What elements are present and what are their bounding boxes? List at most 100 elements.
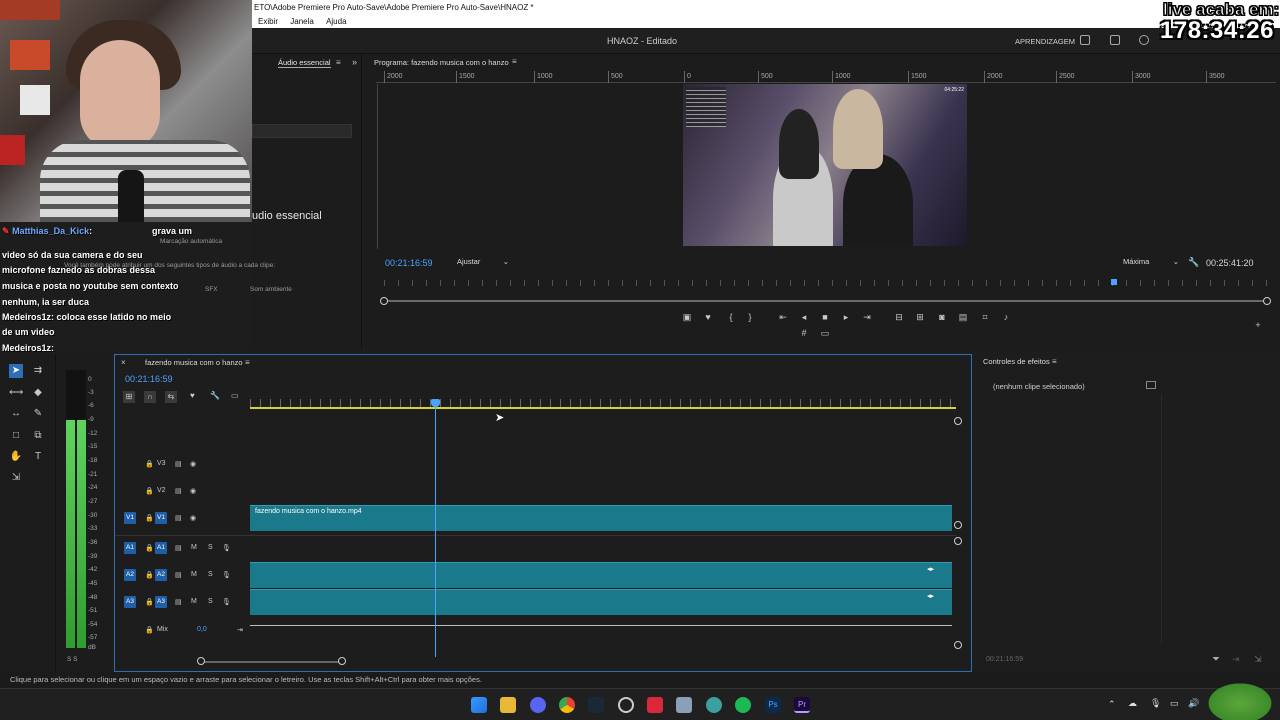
snap-icon[interactable]: ∩ <box>144 391 156 403</box>
solo-button[interactable]: S <box>208 571 213 578</box>
timeline-ruler[interactable] <box>250 399 956 409</box>
fit-dropdown[interactable]: Ajustar ⌄ <box>453 255 515 269</box>
safe-margins-icon[interactable]: ▭ <box>820 328 830 338</box>
step-back-icon[interactable]: ◂ <box>799 312 809 322</box>
scrub-in-handle[interactable] <box>380 297 388 305</box>
tray-display-icon[interactable]: ▭ <box>1170 698 1179 709</box>
razor-icon[interactable]: ◆ <box>31 386 45 400</box>
microphone-icon[interactable]: 🎙 <box>222 598 231 606</box>
volume-icon[interactable]: ♪ <box>1001 312 1011 322</box>
timeline-settings-icon[interactable]: 🔧 <box>210 391 220 400</box>
zoom-end-handle[interactable] <box>338 657 346 665</box>
share-icon[interactable] <box>1110 35 1120 45</box>
mute-button[interactable]: M <box>191 571 197 578</box>
audio-type-ambient[interactable]: Som ambiente <box>250 286 292 293</box>
menu-ajuda[interactable]: Ajuda <box>326 17 346 26</box>
lift-icon[interactable]: ▣ <box>682 312 692 322</box>
settings-icon[interactable]: ⇲ <box>1254 654 1262 665</box>
vscroll-top-handle[interactable] <box>954 417 962 425</box>
settings-app-icon[interactable] <box>676 697 692 713</box>
tray-chevron-icon[interactable]: ⌃ <box>1108 699 1116 710</box>
mix-value[interactable]: 0,0 <box>197 626 207 633</box>
quality-dropdown[interactable]: Máxima ⌄ <box>1123 255 1181 269</box>
add-button-icon[interactable]: + <box>1253 320 1263 330</box>
lock-icon[interactable]: 🔒 <box>145 514 154 522</box>
add-marker-icon[interactable]: ♥ <box>190 391 195 400</box>
track-label-a1[interactable]: A1 <box>155 542 167 554</box>
go-to-in-icon[interactable]: ⇤ <box>778 312 788 322</box>
panel-menu-icon[interactable]: ≡ <box>1052 357 1057 366</box>
steam-icon[interactable] <box>588 697 604 713</box>
obs-icon[interactable] <box>618 697 634 713</box>
microphone-icon[interactable]: 🎙 <box>222 571 231 579</box>
workspace-learning[interactable]: APRENDIZAGEM <box>1015 37 1075 46</box>
pen-icon[interactable]: ✎ <box>31 407 45 421</box>
solo-button[interactable]: S <box>208 598 213 605</box>
vscroll-audio-handle[interactable] <box>954 537 962 545</box>
marker-icon[interactable]: ♥ <box>703 312 713 322</box>
lock-icon[interactable]: 🔒 <box>145 626 154 634</box>
eye-icon[interactable]: ◉ <box>190 460 196 468</box>
stop-icon[interactable]: ■ <box>820 312 830 322</box>
cloud-icon[interactable]: ☁ <box>1128 698 1137 709</box>
eye-icon[interactable]: ◉ <box>190 514 196 522</box>
linked-selection-icon[interactable]: ⇆ <box>165 391 177 403</box>
panel-menu-icon[interactable]: ≡ <box>336 58 341 67</box>
lock-icon[interactable]: 🔒 <box>145 571 154 579</box>
filter-icon[interactable]: ⏷ <box>1212 654 1220 665</box>
audio-type-sfx[interactable]: SFX <box>205 286 218 293</box>
program-scrubber[interactable] <box>384 300 1268 302</box>
chrome-icon[interactable] <box>559 697 575 713</box>
photoshop-icon[interactable]: Ps <box>765 697 781 713</box>
workspace-menu-icon[interactable] <box>1080 35 1090 45</box>
sync-icon[interactable]: ▤ <box>175 514 182 522</box>
menu-janela[interactable]: Janela <box>290 17 314 26</box>
tab-effect-controls[interactable]: Controles de efeitos <box>983 357 1050 366</box>
track-label-a2[interactable]: A2 <box>155 569 167 581</box>
preset-dropdown[interactable] <box>252 124 352 138</box>
panel-expand-icon[interactable]: » <box>352 57 357 67</box>
track-label-a3[interactable]: A3 <box>155 596 167 608</box>
vr-icon[interactable]: ⌗ <box>980 312 990 322</box>
source-patch-a2[interactable]: A2 <box>124 569 136 581</box>
slip-icon[interactable]: ↔ <box>9 407 23 421</box>
go-to-out-icon[interactable]: ⇥ <box>862 312 872 322</box>
track-label-v2[interactable]: V2 <box>157 487 166 494</box>
mark-out-icon[interactable]: } <box>745 312 755 322</box>
menu-exibir[interactable]: Exibir <box>258 17 278 26</box>
playhead-marker[interactable] <box>1111 279 1117 285</box>
eye-icon[interactable]: ◉ <box>190 487 196 495</box>
scrub-out-handle[interactable] <box>1263 297 1271 305</box>
close-icon[interactable]: × <box>121 358 126 367</box>
timeline-timecode[interactable]: 00:21:16:59 <box>125 374 173 384</box>
opera-icon[interactable] <box>647 697 663 713</box>
sync-icon[interactable]: ▤ <box>175 544 182 552</box>
source-patch-v1[interactable]: V1 <box>124 512 136 524</box>
sync-icon[interactable]: ▤ <box>175 571 182 579</box>
timeline-playhead[interactable] <box>435 399 436 657</box>
program-current-timecode[interactable]: 00:21:16:59 <box>385 258 433 268</box>
vscroll-bottom-handle[interactable] <box>954 641 962 649</box>
tray-mic-icon[interactable]: 🎙 <box>1150 698 1161 709</box>
track-select-icon[interactable]: ⇉ <box>31 364 45 378</box>
ripple-edit-icon[interactable]: ⟷ <box>9 386 23 400</box>
source-patch-a1[interactable]: A1 <box>124 542 136 554</box>
grid-icon[interactable]: # <box>799 328 809 338</box>
track-label-v3[interactable]: V3 <box>157 460 166 467</box>
premiere-icon[interactable]: Pr <box>794 697 810 713</box>
solo-buttons[interactable]: S S <box>67 656 77 663</box>
mute-button[interactable]: M <box>191 544 197 551</box>
video-clip[interactable]: fazendo musica com o hanzo.mp4 <box>250 505 952 531</box>
hand-icon[interactable]: ✋ <box>9 450 23 464</box>
lift-button-icon[interactable]: ⊟ <box>894 312 904 322</box>
mark-in-icon[interactable]: { <box>726 312 736 322</box>
audio-clip-a2[interactable]: ◂▸ <box>250 562 952 588</box>
panel-menu-icon[interactable]: ≡ <box>512 57 517 66</box>
network-app-icon[interactable] <box>706 697 722 713</box>
tab-program[interactable]: Programa: fazendo musica com o hanzo <box>374 58 509 67</box>
nest-icon[interactable]: ⊞ <box>123 391 135 403</box>
extract-icon[interactable]: ⊞ <box>915 312 925 322</box>
zoom-start-handle[interactable] <box>197 657 205 665</box>
program-video-frame[interactable]: 04:25:22 <box>683 84 967 246</box>
playhead-handle[interactable] <box>431 399 440 407</box>
